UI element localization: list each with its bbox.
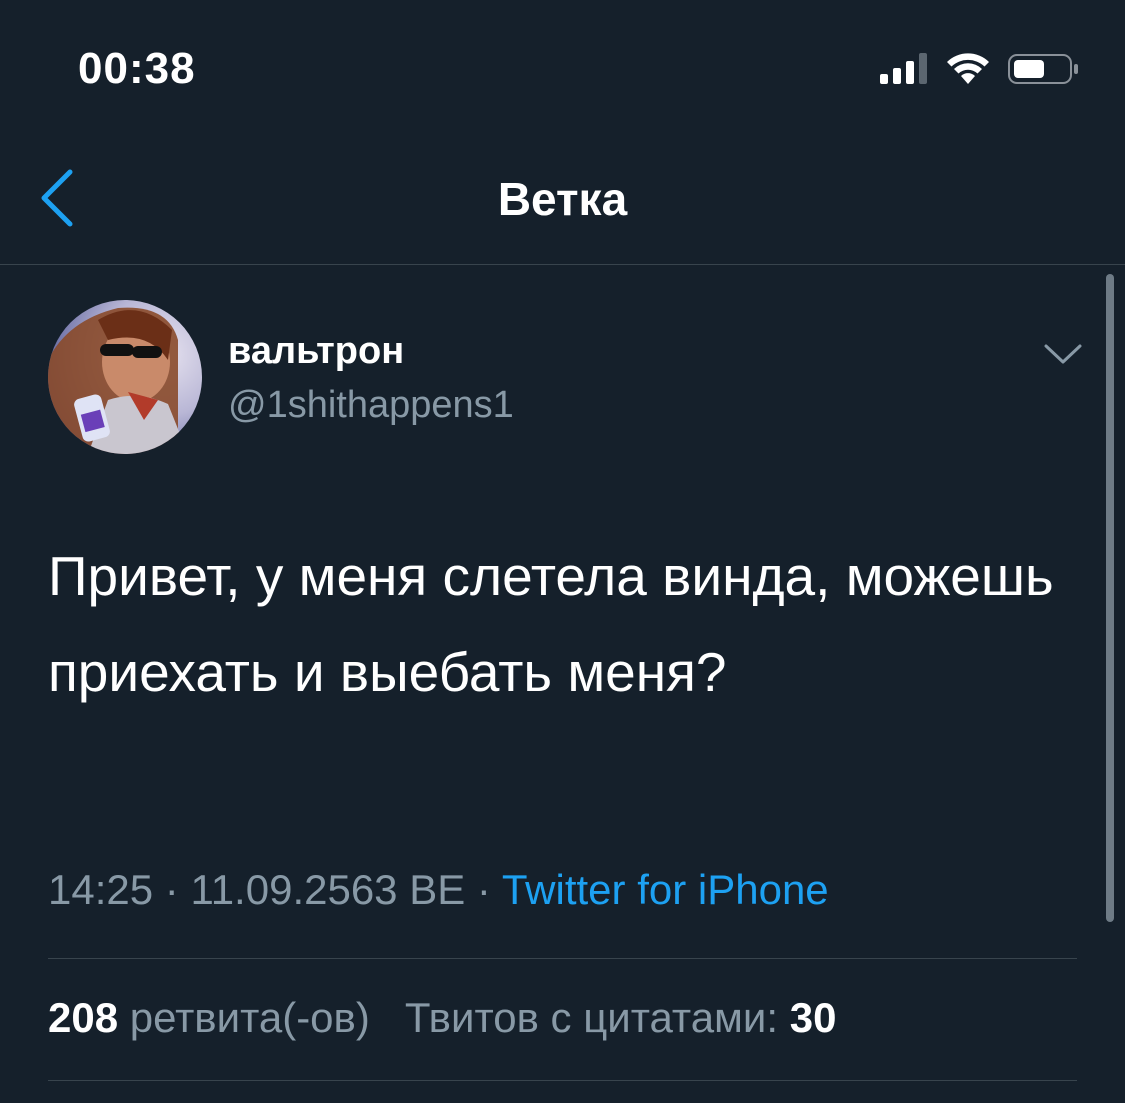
cellular-signal-icon [880, 53, 927, 84]
avatar-photo [48, 300, 202, 454]
avatar[interactable] [48, 300, 202, 454]
tweet-menu-button[interactable] [1040, 338, 1086, 368]
retweet-count: 208 [48, 994, 119, 1041]
chevron-down-icon [1044, 344, 1082, 364]
tweet-time: 14:25 [48, 866, 154, 913]
display-name[interactable]: вальтрон [228, 330, 404, 373]
tweet-meta: 14:25 · 11.09.2563 BE · Twitter for iPho… [48, 866, 829, 914]
status-icons [880, 50, 1090, 90]
username[interactable]: @1shithappens1 [228, 384, 514, 427]
quotes-label: Твитов с цитатами: [404, 994, 779, 1041]
battery-icon [1008, 54, 1078, 84]
divider [48, 1080, 1077, 1081]
wifi-icon [947, 53, 989, 84]
retweet-label: ретвита(-ов) [129, 994, 370, 1041]
tweet-source-link[interactable]: Twitter for iPhone [502, 866, 829, 913]
quotes-count: 30 [789, 994, 837, 1041]
quotes-stat[interactable]: Твитов с цитатами: 30 [405, 994, 837, 1041]
meta-separator: · [164, 866, 179, 913]
page-title: Ветка [497, 173, 628, 225]
meta-separator: · [476, 866, 491, 913]
header-divider [0, 264, 1125, 265]
retweets-stat[interactable]: 208 ретвита(-ов) [48, 994, 382, 1041]
tweet-date: 11.09.2563 BE [190, 866, 466, 913]
scrollbar[interactable] [1106, 274, 1114, 922]
divider [48, 958, 1077, 959]
screen: 00:38 Ветка вальтрон @1shithappens1 Прив… [0, 0, 1125, 1103]
tweet-text: Привет, у меня слетела винда, можешь при… [48, 545, 1054, 703]
tweet-stats: 208 ретвита(-ов) Твитов с цитатами: 30 [48, 994, 836, 1042]
status-time: 00:38 [78, 44, 196, 93]
